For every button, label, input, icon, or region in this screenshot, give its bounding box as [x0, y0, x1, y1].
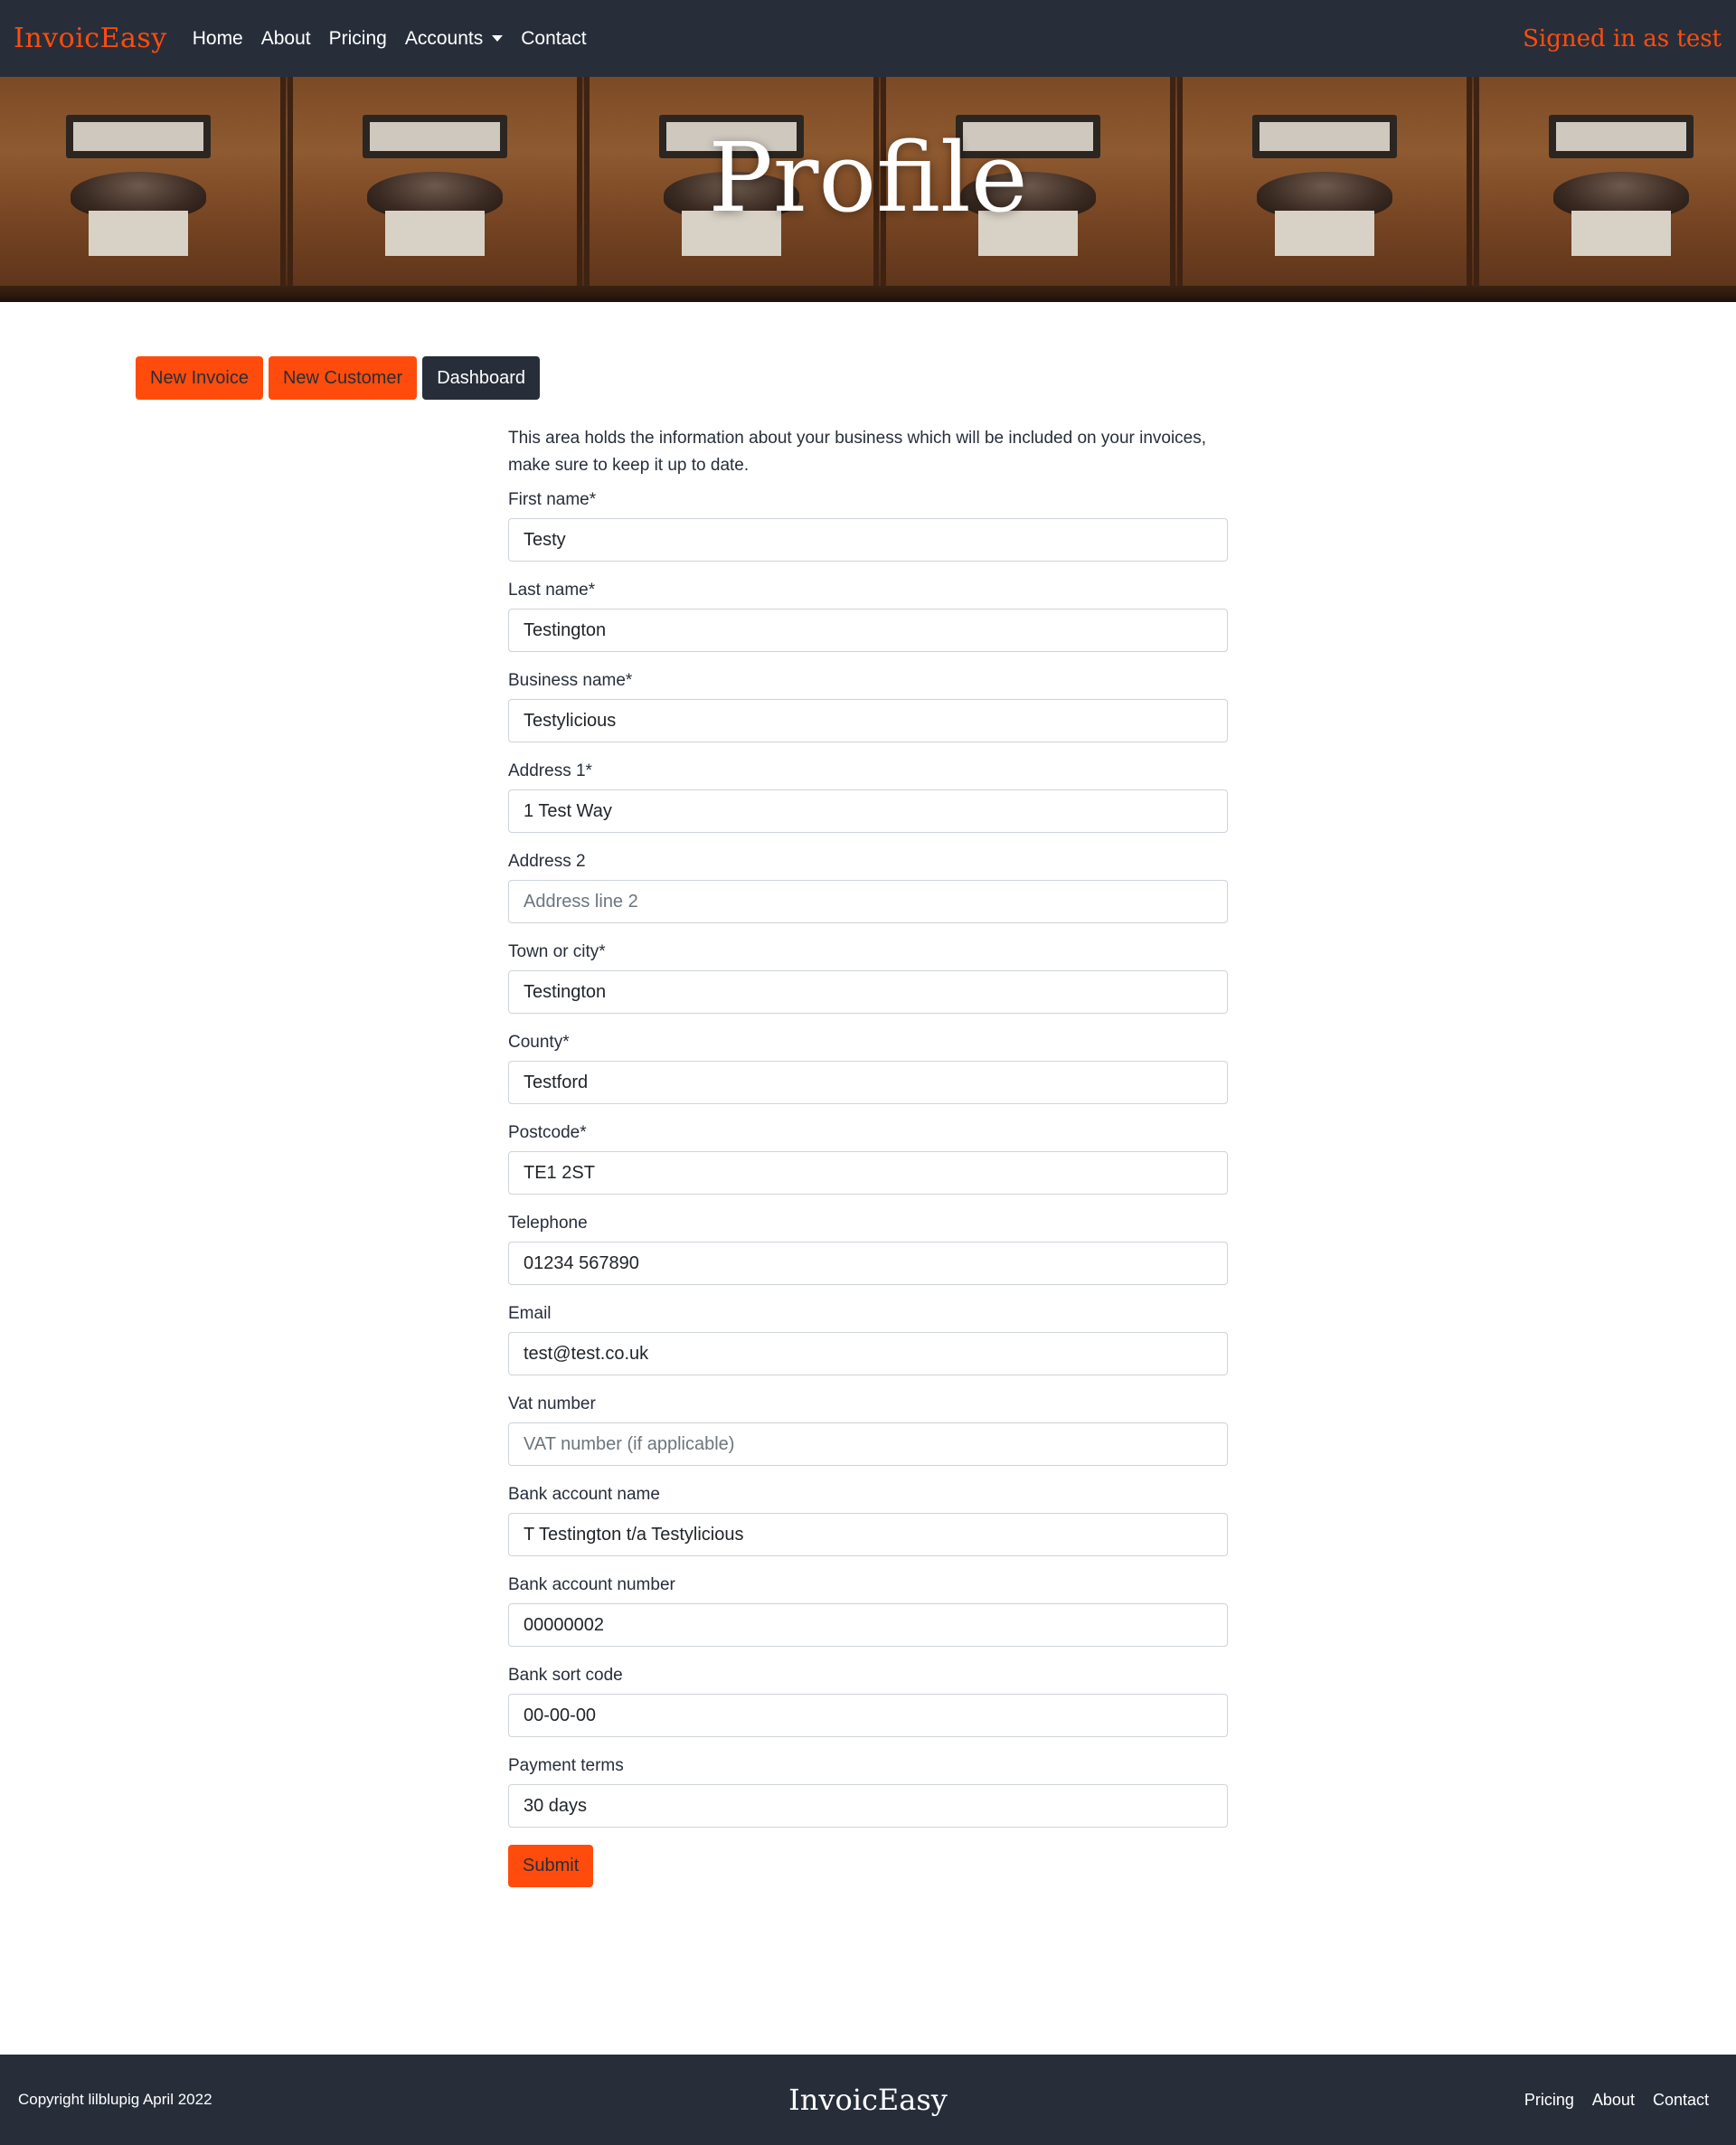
field-bank-sort-code: Bank sort code: [508, 1666, 1228, 1737]
shelf-graphic: [0, 286, 1736, 302]
postcode-label: Postcode*: [508, 1123, 587, 1142]
profile-form: This area holds the information about yo…: [508, 425, 1228, 1887]
new-invoice-button[interactable]: New Invoice: [136, 356, 263, 400]
bank-account-number-input[interactable]: [508, 1603, 1228, 1647]
town-city-input[interactable]: [508, 970, 1228, 1014]
field-postcode: Postcode*: [508, 1123, 1228, 1195]
footer-logo: InvoicEasy: [788, 2083, 948, 2117]
hero-banner: Profile: [0, 77, 1736, 302]
page-footer: Copyright lilblupig April 2022 InvoicEas…: [0, 2055, 1736, 2145]
signed-in-status: Signed in as test: [1523, 24, 1722, 52]
last-name-label: Last name*: [508, 581, 596, 600]
form-intro-text: This area holds the information about yo…: [508, 429, 1207, 475]
bank-sort-code-label: Bank sort code: [508, 1666, 623, 1685]
nav-link-contact[interactable]: Contact: [521, 28, 586, 50]
chevron-down-icon: [492, 35, 504, 42]
dashboard-button[interactable]: Dashboard: [422, 356, 541, 400]
telephone-input[interactable]: [508, 1242, 1228, 1285]
top-navbar: InvoicEasy Home About Pricing Accounts C…: [0, 0, 1736, 77]
bank-account-name-label: Bank account name: [508, 1485, 660, 1504]
field-bank-account-name: Bank account name: [508, 1485, 1228, 1556]
field-vat-number: Vat number: [508, 1394, 1228, 1466]
copyright-text: Copyright lilblupig April 2022: [18, 2091, 212, 2108]
nav-dropdown-accounts[interactable]: Accounts: [404, 27, 504, 50]
field-last-name: Last name*: [508, 581, 1228, 652]
nav-link-home[interactable]: Home: [193, 28, 243, 50]
address-1-label: Address 1*: [508, 761, 592, 780]
county-label: County*: [508, 1033, 570, 1052]
new-customer-button[interactable]: New Customer: [268, 356, 418, 400]
telephone-label: Telephone: [508, 1214, 588, 1233]
field-payment-terms: Payment terms: [508, 1756, 1228, 1828]
field-bank-account-number: Bank account number: [508, 1575, 1228, 1647]
footer-link-pricing[interactable]: Pricing: [1524, 2091, 1574, 2110]
business-name-input[interactable]: [508, 699, 1228, 742]
footer-link-about[interactable]: About: [1592, 2091, 1635, 2110]
field-town-city: Town or city*: [508, 942, 1228, 1014]
brand-logo[interactable]: InvoicEasy: [14, 23, 167, 54]
nav-link-accounts-label: Accounts: [404, 27, 484, 49]
email-label: Email: [508, 1304, 552, 1323]
town-city-label: Town or city*: [508, 942, 606, 961]
business-name-label: Business name*: [508, 671, 633, 690]
nav-links: Home About Pricing Accounts Contact: [193, 28, 605, 50]
field-telephone: Telephone: [508, 1214, 1228, 1285]
field-county: County*: [508, 1033, 1228, 1104]
email-input[interactable]: [508, 1332, 1228, 1375]
last-name-input[interactable]: [508, 609, 1228, 652]
payment-terms-label: Payment terms: [508, 1756, 624, 1775]
vat-number-input[interactable]: [508, 1422, 1228, 1466]
bank-sort-code-input[interactable]: [508, 1694, 1228, 1737]
field-address-1: Address 1*: [508, 761, 1228, 833]
field-email: Email: [508, 1304, 1228, 1375]
page-title: Profile: [708, 122, 1028, 233]
footer-links: Pricing About Contact: [1506, 2091, 1709, 2110]
address-2-input[interactable]: [508, 880, 1228, 923]
action-buttons: New Invoice New Customer Dashboard: [136, 356, 545, 400]
first-name-input[interactable]: [508, 518, 1228, 562]
bank-account-number-label: Bank account number: [508, 1575, 675, 1594]
field-business-name: Business name*: [508, 671, 1228, 742]
nav-link-about[interactable]: About: [261, 28, 311, 50]
vat-number-label: Vat number: [508, 1394, 596, 1413]
bank-account-name-input[interactable]: [508, 1513, 1228, 1556]
first-name-label: First name*: [508, 490, 597, 509]
field-address-2: Address 2: [508, 852, 1228, 923]
payment-terms-input[interactable]: [508, 1784, 1228, 1828]
nav-link-pricing[interactable]: Pricing: [329, 28, 387, 50]
address-2-label: Address 2: [508, 852, 586, 871]
field-first-name: First name*: [508, 490, 1228, 562]
footer-link-contact[interactable]: Contact: [1653, 2091, 1709, 2110]
address-1-input[interactable]: [508, 789, 1228, 833]
postcode-input[interactable]: [508, 1151, 1228, 1195]
county-input[interactable]: [508, 1061, 1228, 1104]
submit-button[interactable]: Submit: [508, 1845, 594, 1887]
